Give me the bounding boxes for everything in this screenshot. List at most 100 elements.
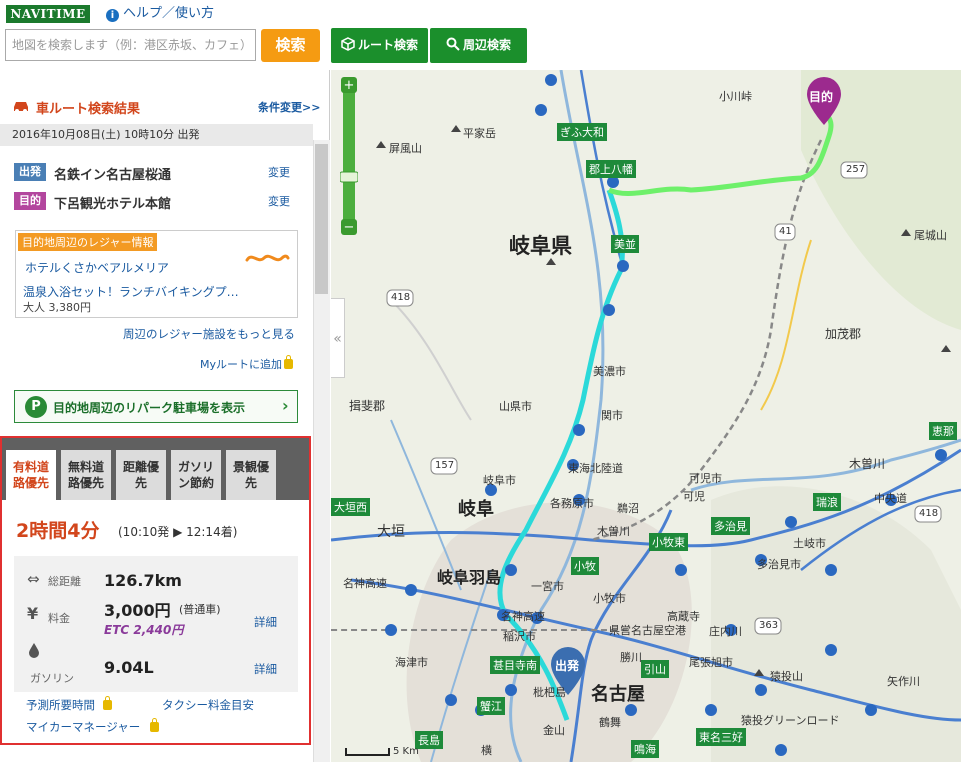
map-label: 瑞浪 [813, 493, 841, 511]
tab-fuel-saving[interactable]: ガソリ ン節約 [171, 450, 221, 500]
map-label: 大垣 [377, 524, 405, 540]
fee-value: 3,000円 [104, 601, 171, 620]
route-time-range: (10:10発 ▶ 12:14着) [118, 525, 238, 539]
tab-free-priority[interactable]: 無料道 路優先 [61, 450, 111, 500]
map-label: 多治見市 [757, 558, 801, 571]
tab-label: ガソリ [177, 460, 214, 474]
map-label: 県営名古屋空港 [609, 624, 686, 637]
gas-detail-link[interactable]: 詳細 [254, 661, 277, 677]
search-button[interactable]: 検索 [261, 29, 320, 62]
change-destination-link[interactable]: 変更 [268, 193, 290, 209]
map-label: 鵜沼 [617, 502, 639, 515]
map-label: 東海北陸道 [568, 462, 623, 475]
map-label: 海津市 [395, 656, 428, 669]
parking-label: 目的地周辺のリパーク駐車場を表示 [53, 401, 246, 415]
tab-label: 景観優 [232, 460, 269, 474]
gas-label: ガソリン [30, 672, 74, 685]
tab-label: 無料道 [67, 460, 104, 474]
svg-text:+: + [344, 78, 355, 93]
map-label: 多治見 [711, 517, 750, 535]
destination-tag: 目的 [14, 192, 46, 210]
svg-text:−: − [344, 220, 355, 235]
cube-icon [341, 37, 355, 51]
map-search-input[interactable] [5, 29, 256, 61]
tab-label: ン節約 [177, 476, 214, 490]
change-conditions-link[interactable]: 条件変更>> [258, 99, 320, 115]
map-label: 勝川 [620, 651, 642, 664]
nearby-search-button[interactable]: 周辺検索 [430, 28, 527, 63]
add-my-route-link[interactable]: Myルートに追加 [200, 355, 294, 372]
tab-toll-priority[interactable]: 有料道 路優先 [6, 450, 56, 500]
tab-label: 先 [244, 476, 257, 490]
map-label: 各務原市 [550, 497, 594, 510]
map-label: 東名三好 [696, 728, 746, 746]
more-leisure-link[interactable]: 周辺のレジャー施設をもっと見る [123, 326, 295, 342]
taxi-fare-link[interactable]: タクシー料金目安 [162, 697, 254, 713]
prefecture-label: 岐阜県 [509, 234, 572, 258]
map-label: 木曽川 [597, 525, 630, 538]
leisure-price: 大人 3,380円 [23, 301, 91, 314]
map-label: 恵那 [929, 422, 957, 440]
panel-scroll-thumb[interactable] [315, 144, 328, 294]
map-label: 枇杷島 [533, 686, 566, 699]
departure-datetime: 2016年10月08日(土) 10時10分 出発 [0, 124, 313, 146]
leisure-plan-link[interactable]: 温泉入浴セット！ランチバイキングプ… [23, 283, 239, 300]
map-label: 尾城山 [914, 229, 947, 242]
mycar-manager-label: マイカーマネージャー [26, 720, 141, 734]
distance-label: 総距離 [48, 575, 81, 588]
tab-scenic-priority[interactable]: 景観優先 [226, 450, 276, 500]
map-label: 金山 [543, 724, 565, 737]
map-label: 揖斐郡 [349, 399, 386, 413]
tab-label: 距離優 [122, 460, 159, 474]
leisure-hotel-link[interactable]: ホテルくさかベアルメリア [25, 259, 169, 276]
start-place: 名鉄イン名古屋桜通 [54, 168, 172, 183]
panel-collapse-toggle[interactable]: « [331, 298, 345, 378]
tab-distance-priority[interactable]: 距離優先 [116, 450, 166, 500]
destination-place: 下呂観光ホテル本館 [54, 197, 172, 212]
map-label: 小牧 [571, 557, 599, 575]
map-label: 屏風山 [389, 142, 422, 155]
map-label: 可児 [683, 490, 705, 503]
predicted-time-link[interactable]: 予測所要時間 [26, 696, 112, 713]
map-area[interactable]: 小川峠 平家岳 屏風山 ぎふ大和 郡上八幡 岐阜県 美並 加茂郡 尾城山 美濃市… [331, 70, 961, 762]
tab-label: 先 [134, 476, 147, 490]
map-label: 美並 [611, 235, 639, 253]
change-start-link[interactable]: 変更 [268, 164, 290, 180]
mycar-manager-link[interactable]: マイカーマネージャー [26, 718, 160, 735]
lock-icon [150, 718, 160, 732]
route-number: 418 [919, 508, 939, 519]
map-label: 長島 [415, 731, 443, 749]
help-link[interactable]: i ヘルプ／使い方 [106, 5, 214, 23]
tab-label: 路優先 [67, 476, 104, 490]
map-label: 小牧東 [649, 533, 688, 551]
etc-fee: ETC 2,440円 [104, 623, 184, 637]
nearby-search-label: 周辺検索 [462, 38, 511, 52]
start-tag: 出発 [14, 163, 46, 181]
map-label: 岐阜 [458, 499, 494, 520]
map-label: 中央道 [874, 492, 907, 505]
map-label: 甚目寺南 [490, 656, 540, 674]
lock-icon [103, 696, 112, 710]
chevron-right-icon: › [282, 396, 289, 415]
distance-value: 126.7km [104, 571, 182, 590]
map-label: 小川峠 [719, 90, 752, 103]
map-label: 関市 [601, 409, 623, 422]
tab-label: 有料道 [12, 460, 49, 474]
navitime-logo[interactable]: NAVITIME [6, 5, 90, 23]
map-label: 矢作川 [887, 675, 920, 688]
route-search-button[interactable]: ルート検索 [331, 28, 428, 63]
route-number: 418 [391, 292, 411, 303]
gas-value: 9.04L [104, 658, 154, 677]
zoom-control[interactable]: + − [340, 75, 358, 237]
destination-pin-label: 目的 [809, 90, 834, 104]
map-label: 稲沢市 [503, 630, 536, 643]
map-label: 美濃市 [593, 365, 626, 378]
map-label: 猿投グリーンロード [741, 714, 840, 727]
predicted-time-label: 予測所要時間 [26, 698, 95, 712]
fee-detail-link[interactable]: 詳細 [254, 614, 277, 630]
yen-icon: ¥ [27, 604, 39, 623]
add-my-route-label: Myルートに追加 [200, 358, 283, 371]
map-label: 庄内川 [709, 625, 742, 638]
map-label: 引山 [641, 660, 669, 678]
map-label: 郡上八幡 [586, 160, 636, 178]
